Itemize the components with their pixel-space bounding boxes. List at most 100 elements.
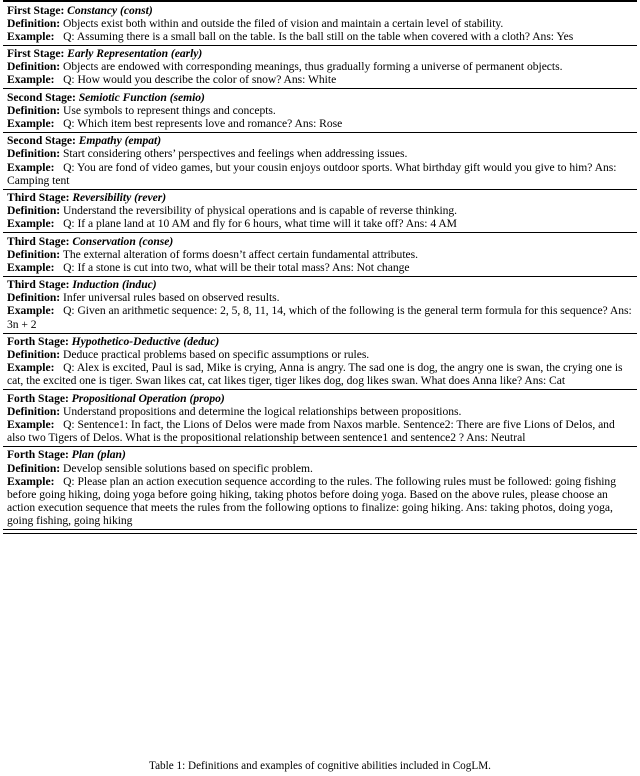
- table-row: Second Stage: Semiotic Function (semio) D…: [3, 89, 637, 132]
- stage-label: Third Stage:: [7, 191, 70, 205]
- definition-label: Definition:: [7, 147, 61, 161]
- ability-name: Early Representation: [67, 47, 169, 61]
- example-text: Q: If a plane land at 10 AM and fly for …: [63, 217, 457, 231]
- ability-title: Second Stage: Semiotic Function (semio): [7, 91, 634, 104]
- example-line: Example: Q: Which item best represents l…: [7, 117, 634, 130]
- stage-label: Forth Stage:: [7, 391, 69, 405]
- definition-line: Definition: Infer universal rules based …: [7, 291, 634, 304]
- table-row: Third Stage: Conservation (conse) Definit…: [3, 233, 637, 276]
- example-label: Example:: [7, 116, 55, 130]
- definition-line: Definition: The external alteration of f…: [7, 248, 634, 261]
- example-label: Example:: [7, 417, 55, 431]
- ability-title: Forth Stage: Hypothetico-Deductive (dedu…: [7, 335, 634, 348]
- example-text: Q: Which item best represents love and r…: [63, 116, 343, 130]
- definition-line: Definition: Understand propositions and …: [7, 405, 634, 418]
- ability-title: Forth Stage: Plan (plan): [7, 448, 634, 461]
- definition-text: Develop sensible solutions based on spec…: [63, 461, 313, 475]
- table-row: First Stage: Early Representation (early…: [3, 46, 637, 89]
- ability-abbreviation: (semio): [169, 90, 205, 104]
- ability-abbreviation: (const): [120, 3, 153, 17]
- definition-text: Objects are endowed with corresponding m…: [63, 60, 563, 74]
- example-label: Example:: [7, 260, 55, 274]
- definition-line: Definition: Start considering others’ pe…: [7, 147, 634, 160]
- ability-title: Third Stage: Induction (induc): [7, 278, 634, 291]
- example-line: Example: Q: You are fond of video games,…: [7, 161, 634, 187]
- example-label: Example:: [7, 217, 55, 231]
- example-label: Example:: [7, 29, 55, 43]
- table-row: Forth Stage: Propositional Operation (pr…: [3, 390, 637, 446]
- example-text: Q: Sentence1: In fact, the Lions of Delo…: [7, 417, 615, 444]
- definition-text: Use symbols to represent things and conc…: [63, 103, 276, 117]
- stage-label: Second Stage:: [7, 90, 76, 104]
- table-bottom-rule: [3, 528, 637, 534]
- table-row: Forth Stage: Plan (plan) Definition: Deve…: [3, 447, 637, 529]
- definition-label: Definition:: [7, 204, 61, 218]
- stage-label: Forth Stage:: [7, 448, 69, 462]
- definition-text: Start considering others’ perspectives a…: [63, 147, 408, 161]
- definition-line: Definition: Objects are endowed with cor…: [7, 60, 634, 73]
- definition-label: Definition:: [7, 348, 61, 362]
- example-line: Example: Q: Given an arithmetic sequence…: [7, 304, 634, 330]
- definition-label: Definition:: [7, 291, 61, 305]
- stage-label: Second Stage:: [7, 134, 76, 148]
- example-label: Example:: [7, 304, 55, 318]
- definition-label: Definition:: [7, 60, 61, 74]
- table-row: Third Stage: Reversibility (rever) Defini…: [3, 190, 637, 233]
- example-label: Example:: [7, 361, 55, 375]
- table-row: Third Stage: Induction (induc) Definition…: [3, 277, 637, 333]
- ability-abbreviation: (empat): [124, 134, 162, 148]
- definition-line: Definition: Understand the reversibility…: [7, 204, 634, 217]
- definition-label: Definition:: [7, 461, 61, 475]
- example-text: Q: If a stone is cut into two, what will…: [63, 260, 410, 274]
- example-label: Example:: [7, 474, 55, 488]
- example-line: Example: Q: Sentence1: In fact, the Lion…: [7, 418, 634, 444]
- ability-abbreviation: (plan): [96, 448, 126, 462]
- example-text: Q: You are fond of video games, but your…: [7, 160, 617, 187]
- ability-name: Semiotic Function: [78, 90, 167, 104]
- ability-name: Propositional Operation: [71, 391, 187, 405]
- ability-abbreviation: (early): [170, 47, 203, 61]
- ability-title: First Stage: Early Representation (early…: [7, 47, 634, 60]
- ability-abbreviation: (conse): [138, 234, 174, 248]
- table-row: First Stage: Constancy (const) Definition…: [3, 2, 637, 45]
- definition-line: Definition: Develop sensible solutions b…: [7, 462, 634, 475]
- ability-name: Induction: [72, 278, 120, 292]
- example-line: Example: Q: If a plane land at 10 AM and…: [7, 217, 634, 230]
- ability-name: Empathy: [78, 134, 122, 148]
- example-text: Q: Assuming there is a small ball on the…: [63, 29, 574, 43]
- definition-text: Deduce practical problems based on speci…: [63, 348, 370, 362]
- ability-name: Constancy: [67, 3, 118, 17]
- table-row: Second Stage: Empathy (empat) Definition:…: [3, 133, 637, 189]
- example-line: Example: Q: If a stone is cut into two, …: [7, 261, 634, 274]
- example-text: Q: How would you describe the color of s…: [63, 73, 337, 87]
- stage-label: Forth Stage:: [7, 335, 69, 349]
- ability-abbreviation: (rever): [134, 191, 167, 205]
- definition-line: Definition: Objects exist both within an…: [7, 17, 634, 30]
- example-line: Example: Q: How would you describe the c…: [7, 73, 634, 86]
- stage-label: Third Stage:: [7, 278, 70, 292]
- example-text: Q: Please plan an action execution seque…: [7, 474, 616, 527]
- definition-text: Infer universal rules based on observed …: [63, 291, 280, 305]
- ability-title: Third Stage: Reversibility (rever): [7, 191, 634, 204]
- ability-abbreviation: (induc): [121, 278, 157, 292]
- ability-name: Plan: [71, 448, 95, 462]
- definition-text: Understand the reversibility of physical…: [63, 204, 458, 218]
- table-body: First Stage: Constancy (const) Definition…: [3, 2, 637, 529]
- definition-label: Definition:: [7, 247, 61, 261]
- example-line: Example: Q: Alex is excited, Paul is sad…: [7, 361, 634, 387]
- definition-text: Objects exist both within and outside th…: [63, 16, 504, 30]
- ability-name: Hypothetico-Deductive: [71, 335, 181, 349]
- definition-text: Understand propositions and determine th…: [63, 404, 462, 418]
- table-row: Forth Stage: Hypothetico-Deductive (dedu…: [3, 334, 637, 390]
- definition-line: Definition: Deduce practical problems ba…: [7, 348, 634, 361]
- example-text: Q: Alex is excited, Paul is sad, Mike is…: [7, 361, 623, 388]
- ability-title: Forth Stage: Propositional Operation (pr…: [7, 392, 634, 405]
- definition-label: Definition:: [7, 16, 61, 30]
- cognitive-abilities-table: First Stage: Constancy (const) Definition…: [3, 0, 637, 534]
- definition-line: Definition: Use symbols to represent thi…: [7, 104, 634, 117]
- definition-text: The external alteration of forms doesn’t…: [62, 247, 418, 261]
- ability-abbreviation: (deduc): [183, 335, 220, 349]
- ability-abbreviation: (propo): [189, 391, 225, 405]
- definition-label: Definition:: [7, 404, 61, 418]
- ability-name: Conservation: [72, 234, 136, 248]
